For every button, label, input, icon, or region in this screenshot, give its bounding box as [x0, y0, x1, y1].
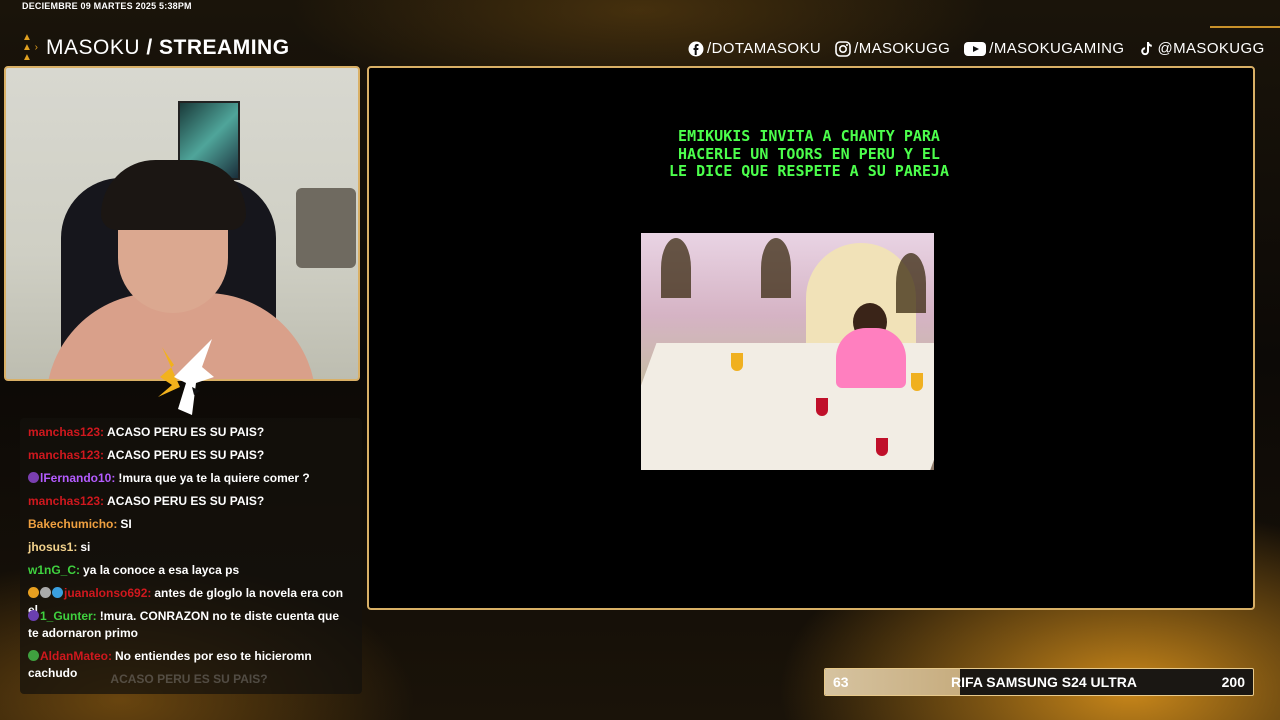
social-links: /DOTAMASOKU /MASOKUGG /MASOKUGAMING @MAS… [688, 40, 1265, 57]
social-facebook[interactable]: /DOTAMASOKU [688, 40, 821, 57]
chat-message: w1nG_C: ya la conoce a esa layca ps [28, 562, 350, 579]
social-youtube[interactable]: /MASOKUGAMING [964, 40, 1124, 57]
user-badge-icon [28, 650, 39, 661]
raffle-progress-bar: 63 RIFA SAMSUNG S24 ULTRA 200 [824, 668, 1254, 696]
chat-text: ya la conoce a esa layca ps [83, 563, 240, 577]
wine-glass [816, 398, 828, 416]
webcam-feed [4, 66, 360, 381]
arrow-icon: ▲ ▲ › ▲ [22, 32, 39, 63]
background-shelf [296, 188, 356, 268]
user-badge-icon [28, 472, 39, 483]
chat-message: Bakechumicho: SI [28, 516, 350, 533]
brand-title: MASOKU / STREAMING [46, 36, 290, 60]
user-badge-icon [28, 587, 39, 598]
instagram-handle: /MASOKUGG [854, 40, 951, 57]
chat-message: lFernando10: !mura que ya te la quiere co… [28, 470, 350, 487]
decor-line [1210, 26, 1280, 28]
wine-glass [876, 438, 888, 456]
chat-text: !mura que ya te la quiere comer ? [118, 471, 310, 485]
social-tiktok[interactable]: @MASOKUGG [1138, 40, 1264, 57]
chat-username[interactable]: manchas123: [28, 494, 104, 508]
user-badge-icon [52, 587, 63, 598]
plant-decor [896, 253, 926, 313]
youtube-handle: /MASOKUGAMING [989, 40, 1125, 57]
chat-text: si [80, 540, 91, 554]
caption-line: HACERLE UN TOORS EN PERU Y EL [678, 144, 940, 163]
facebook-handle: /DOTAMASOKU [707, 40, 822, 57]
chat-text: ACASO PERU ES SU PAIS? [110, 672, 268, 686]
instagram-icon [835, 40, 851, 57]
wolf-logo-icon [158, 339, 214, 415]
chat-text: ACASO PERU ES SU PAIS? [107, 448, 265, 462]
facebook-icon [688, 41, 704, 57]
plant-decor [661, 238, 691, 298]
tiktok-icon [1138, 41, 1154, 57]
datetime-label: DECIEMBRE 09 MARTES 2025 5:38PM [22, 1, 192, 11]
chat-username[interactable]: w1nG_C: [28, 563, 80, 577]
chat-text: SI [120, 517, 132, 531]
chat-username[interactable]: 1_Gunter: [40, 609, 97, 623]
tiktok-handle: @MASOKUGG [1157, 40, 1265, 57]
chat-message: 1_Gunter: !mura. CONRAZON no te diste cue… [28, 608, 350, 642]
video-caption: EMIKUKIS INVITA A CHANTY PARA HACERLE UN… [609, 127, 1009, 181]
chat-message: manchas123: ACASO PERU ES SU PAIS? [28, 447, 350, 464]
caption-line: EMIKUKIS INVITA A CHANTY PARA [678, 127, 940, 145]
chat-username[interactable]: Bakechumicho: [28, 517, 117, 531]
plant-decor [761, 238, 791, 298]
chat-username[interactable]: manchas123: [28, 448, 104, 462]
chat-message: manchas123: ACASO PERU ES SU PAIS? [28, 424, 350, 441]
streamer-hair [101, 160, 246, 230]
chat-text: ACASO PERU ES SU PAIS? [107, 494, 265, 508]
video-frame-image [641, 233, 934, 470]
chat-username[interactable]: manchas123: [28, 425, 104, 439]
person-pink-hoodie [836, 328, 906, 388]
juice-glass [911, 373, 923, 391]
brand-section: / STREAMING [146, 36, 290, 59]
chat-username[interactable]: AldanMateo: [40, 649, 112, 663]
social-instagram[interactable]: /MASOKUGG [835, 40, 950, 57]
chat-message: manchas123: ACASO PERU ES SU PAIS? [28, 493, 350, 510]
brand-header: ▲ ▲ › ▲ MASOKU / STREAMING [22, 33, 290, 63]
chat-username[interactable]: lFernando10: [40, 471, 115, 485]
chat-panel: manchas123: ACASO PERU ES SU PAIS? mancha… [20, 418, 362, 694]
chat-message-fading: ACASO PERU ES SU PAIS? [28, 671, 350, 688]
raffle-label: RIFA SAMSUNG S24 ULTRA [951, 674, 1137, 690]
user-badge-icon [28, 610, 39, 621]
brand-name: MASOKU [46, 36, 141, 59]
juice-glass [731, 353, 743, 371]
chat-username[interactable]: juanalonso692: [64, 586, 151, 600]
user-badge-icon [40, 587, 51, 598]
chat-message: jhosus1: si [28, 539, 350, 556]
video-player[interactable]: EMIKUKIS INVITA A CHANTY PARA HACERLE UN… [367, 66, 1255, 610]
chat-text: ACASO PERU ES SU PAIS? [107, 425, 265, 439]
chat-username[interactable]: jhosus1: [28, 540, 77, 554]
raffle-goal: 200 [1221, 674, 1245, 690]
caption-line: LE DICE QUE RESPETE A SU PAREJA [669, 162, 949, 180]
youtube-icon [964, 41, 987, 57]
